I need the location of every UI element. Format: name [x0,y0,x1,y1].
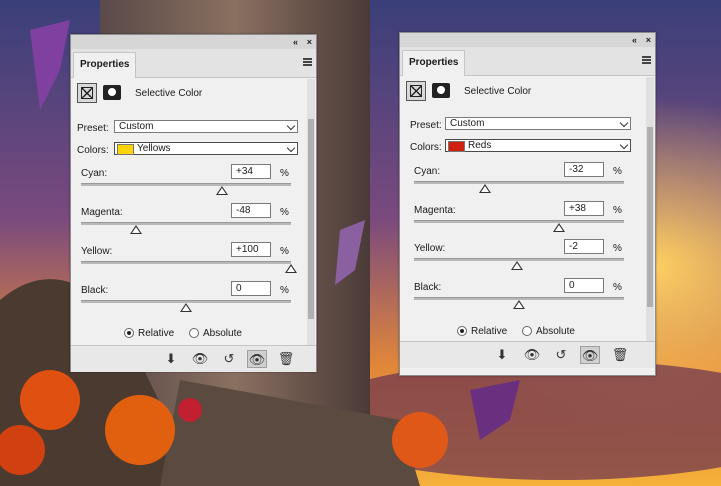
relative-radio[interactable] [124,328,134,338]
black-label: Black: [81,285,109,296]
color-swatch [448,141,465,152]
magenta-label: Magenta: [81,207,123,218]
magenta-input[interactable]: +38 [564,201,604,216]
black-input[interactable]: 0 [564,278,604,293]
panel-menu-icon[interactable] [642,56,651,64]
chevron-down-icon [619,140,629,150]
yellow-label: Yellow: [81,246,113,257]
absolute-label: Absolute [203,328,242,339]
yellow-slider-track[interactable] [81,261,291,264]
panel-titlebar[interactable]: « × [71,35,316,50]
color-swatch [117,144,134,155]
trash-icon[interactable]: 🗑 [610,346,630,364]
percent-unit: % [613,282,622,293]
cyan-input[interactable]: +34 [231,164,271,179]
absolute-radio[interactable] [189,328,199,338]
close-icon[interactable]: × [307,36,312,48]
percent-unit: % [613,205,622,216]
preset-value: Custom [450,118,485,129]
magenta-input[interactable]: -48 [231,203,271,218]
layer-mask-icon[interactable] [103,85,121,100]
scrollbar-thumb[interactable] [647,127,653,307]
scrollbar-thumb[interactable] [308,119,314,319]
adjustment-title: Selective Color [135,88,203,99]
preset-value: Custom [119,121,154,132]
tab-row: Properties [400,47,655,76]
yellow-input[interactable]: -2 [564,239,604,254]
tab-properties[interactable]: Properties [73,52,137,78]
adjustment-title: Selective Color [464,86,532,97]
black-input[interactable]: 0 [231,281,271,296]
adjustment-layer-icon[interactable] [406,81,426,101]
clip-to-layer-icon[interactable]: ⬇ [492,346,512,364]
cyan-slider-track[interactable] [414,181,624,184]
percent-unit: % [613,243,622,254]
collapse-icon[interactable]: « [293,36,298,48]
colors-label: Colors: [410,142,442,153]
magenta-slider-track[interactable] [81,222,291,225]
cyan-label: Cyan: [414,166,441,177]
visibility-icon[interactable]: 👁 [247,350,267,368]
relative-radio[interactable] [457,326,467,336]
panel-footer: ⬇ 👁 ↺ 👁 🗑 [400,341,655,368]
layer-mask-icon[interactable] [432,83,450,98]
relative-label: Relative [471,326,508,337]
view-previous-icon[interactable]: 👁 [190,350,210,368]
yellow-label: Yellow: [414,243,446,254]
magenta-slider-track[interactable] [414,220,624,223]
yellow-input[interactable]: +100 [231,242,271,257]
panel-titlebar[interactable]: « × [400,33,655,48]
magenta-label: Magenta: [414,205,456,216]
adjustment-layer-icon[interactable] [77,83,97,103]
tab-row: Properties [71,49,316,78]
view-previous-icon[interactable]: 👁 [522,346,542,364]
chevron-down-icon [286,143,296,153]
percent-unit: % [280,285,289,296]
cyan-input[interactable]: -32 [564,162,604,177]
black-label: Black: [414,282,442,293]
colors-select[interactable]: Reds [445,139,631,152]
visibility-icon[interactable]: 👁 [580,346,600,364]
properties-panel-right: « × Properties Selective Color Preset: C… [399,32,656,376]
percent-unit: % [280,246,289,257]
cyan-slider-track[interactable] [81,183,291,186]
panel-scrollbar[interactable] [307,79,315,345]
trash-icon[interactable]: 🗑 [276,350,296,368]
reset-icon[interactable]: ↺ [551,346,571,364]
relative-label: Relative [138,328,175,339]
chevron-down-icon [619,118,629,128]
collapse-icon[interactable]: « [632,34,637,46]
panel-footer: ⬇ 👁 ↺ 👁 🗑 [71,345,316,372]
reset-icon[interactable]: ↺ [219,350,239,368]
preset-label: Preset: [410,120,442,131]
absolute-label: Absolute [536,326,575,337]
panel-scrollbar[interactable] [646,77,654,343]
percent-unit: % [280,207,289,218]
colors-label: Colors: [77,145,109,156]
tab-properties[interactable]: Properties [402,50,466,76]
colors-value: Yellows [137,143,171,154]
clip-to-layer-icon[interactable]: ⬇ [161,350,181,368]
panel-menu-icon[interactable] [303,58,312,66]
preset-label: Preset: [77,123,109,134]
preset-select[interactable]: Custom [114,120,298,133]
chevron-down-icon [286,121,296,131]
cyan-label: Cyan: [81,168,108,179]
colors-select[interactable]: Yellows [114,142,298,155]
absolute-radio[interactable] [522,326,532,336]
colors-value: Reds [468,140,492,151]
close-icon[interactable]: × [646,34,651,46]
percent-unit: % [613,166,622,177]
preset-select[interactable]: Custom [445,117,631,130]
percent-unit: % [280,168,289,179]
properties-panel-left: « × Properties Selective Color Preset: C… [70,34,317,372]
